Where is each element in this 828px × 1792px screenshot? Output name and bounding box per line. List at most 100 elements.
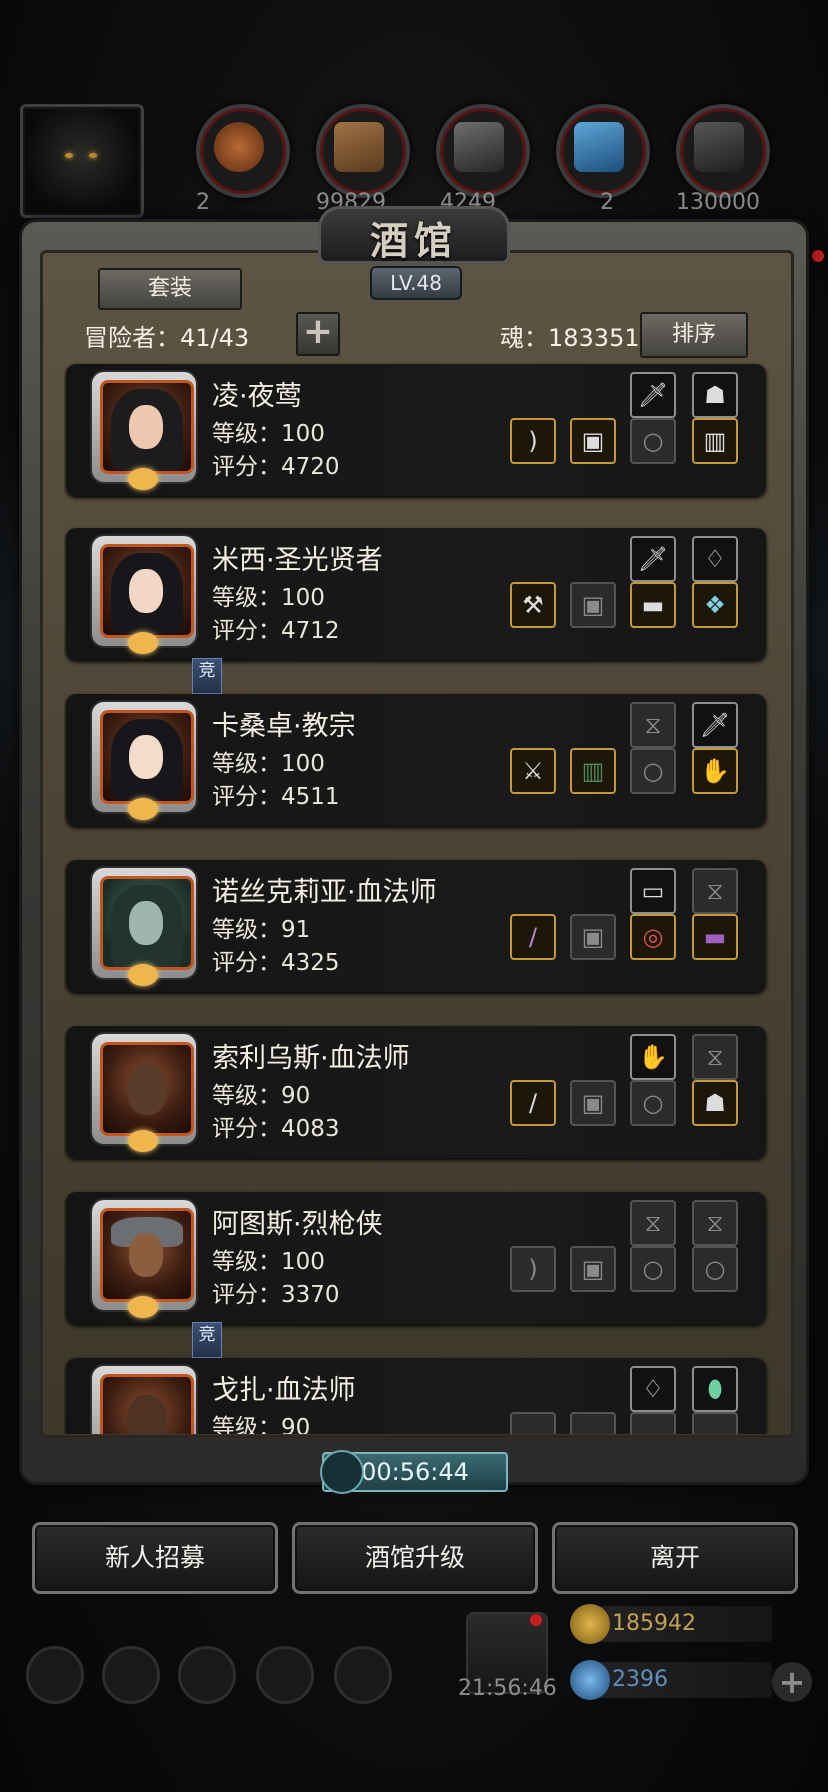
bow-icon[interactable]: ) (510, 418, 556, 464)
empty-slot-icon[interactable]: ⧖ (692, 1034, 738, 1080)
recruit-button[interactable]: 新人招募 (32, 1522, 278, 1594)
equipment-set-button[interactable]: 套装 (98, 268, 242, 310)
robe-icon[interactable]: ▥ (570, 748, 616, 794)
armor-icon[interactable]: ▣ (570, 1080, 616, 1126)
add-slot-button[interactable]: + (296, 312, 340, 356)
bracer-icon[interactable]: ▬ (692, 914, 738, 960)
hero-avatar[interactable] (92, 1200, 196, 1318)
moon-icon (128, 798, 158, 820)
soul-count: 魂：183351 (500, 324, 640, 352)
hero-avatar[interactable] (92, 868, 196, 986)
hero-card[interactable]: 卡桑卓·教宗 等级：100 评分：4511 ⧖ 🗡 ⚔ ▥ ○ ✋ (66, 694, 766, 826)
moon-icon (128, 1130, 158, 1152)
iron-icon[interactable] (436, 104, 530, 198)
hero-level: 等级：91 (212, 917, 311, 943)
dagger-icon[interactable]: 🗡 (630, 536, 676, 582)
crystal-icon[interactable] (556, 104, 650, 198)
dagger-icon[interactable]: 🗡 (630, 372, 676, 418)
hero-name: 戈扎·血法师 (212, 1375, 356, 1406)
stone-icon[interactable] (676, 104, 770, 198)
hero-name: 米西·圣光贤者 (212, 545, 383, 576)
arena-badge: 竞 (192, 658, 222, 694)
hero-level: 等级：90 (212, 1083, 311, 1109)
ring-icon[interactable]: ○ (692, 1246, 738, 1292)
hero-card[interactable]: 索利乌斯·血法师 等级：90 评分：4083 ✋ ⧖ / ▣ ○ ☗ (66, 1026, 766, 1158)
gem-icon[interactable]: ❖ (692, 582, 738, 628)
hero-name: 诺丝克莉亚·血法师 (212, 877, 437, 908)
weapon-slot-icon[interactable] (510, 1412, 556, 1434)
ring-icon[interactable]: ◎ (630, 914, 676, 960)
gem-icon (570, 1660, 610, 1700)
empty-slot-icon[interactable]: ⧖ (630, 702, 676, 748)
tome-icon[interactable]: ▭ (630, 868, 676, 914)
empty-slot-icon[interactable]: ⧖ (692, 1200, 738, 1246)
hero-avatar[interactable] (92, 1034, 196, 1152)
player-portrait[interactable] (20, 104, 144, 218)
hero-card[interactable]: 诺丝克莉亚·血法师 等级：91 评分：4325 ▭ ⧖ / ▣ ◎ ▬ (66, 860, 766, 992)
moon-icon (128, 468, 158, 490)
ring-icon[interactable]: ○ (630, 1080, 676, 1126)
gem-amount: 2396 (590, 1662, 772, 1698)
empty-slot-icon[interactable]: ⧖ (692, 868, 738, 914)
add-currency-button[interactable]: + (772, 1662, 812, 1702)
mail-icon[interactable] (256, 1646, 314, 1704)
amulet-icon[interactable]: ♢ (692, 536, 738, 582)
ring-icon[interactable] (692, 1412, 738, 1434)
leave-button[interactable]: 离开 (552, 1522, 798, 1594)
hero-list[interactable]: 凌·夜莺 等级：100 评分：4720 🗡 ☗ ) ▣ ○ ▥ 米西·圣光贤者 … (64, 362, 770, 1434)
bracer-icon[interactable]: ▬ (630, 582, 676, 628)
spear-icon[interactable]: / (510, 1080, 556, 1126)
hero-card[interactable]: 戈扎·血法师 等级：90 ♢ ⬮ (66, 1358, 766, 1434)
hero-level: 等级：100 (212, 751, 325, 777)
armor-icon[interactable]: ▣ (570, 1246, 616, 1292)
moon-icon (128, 632, 158, 654)
adventurer-count: 冒险者：41/43 (84, 324, 250, 352)
hero-avatar[interactable] (92, 536, 196, 654)
tavern-level-badge: LV.48 (370, 266, 462, 300)
clock-icon (320, 1450, 364, 1494)
map-icon[interactable] (334, 1646, 392, 1704)
hero-card[interactable]: 阿图斯·烈枪侠 等级：100 评分：3370 ⧖ ⧖ ) ▣ ○ ○ (66, 1192, 766, 1324)
hero-card[interactable]: 米西·圣光贤者 等级：100 评分：4712 🗡 ♢ ⚒ ▣ ▬ ❖ (66, 528, 766, 660)
axe-icon[interactable]: ⚔ (510, 748, 556, 794)
empty-slot-icon[interactable]: ⧖ (630, 1200, 676, 1246)
hero-avatar[interactable] (92, 372, 196, 490)
gauntlet-icon[interactable]: ✋ (692, 748, 738, 794)
leather-icon[interactable] (196, 104, 290, 198)
mask-icon[interactable]: ☗ (692, 1080, 738, 1126)
glove-icon[interactable]: ✋ (630, 1034, 676, 1080)
hero-score: 评分：4325 (212, 950, 340, 976)
hero-name: 卡桑卓·教宗 (212, 711, 356, 742)
sort-button[interactable]: 排序 (640, 312, 748, 358)
upgrade-tavern-button[interactable]: 酒馆升级 (292, 1522, 538, 1594)
weapon-slot-icon[interactable]: ) (510, 1246, 556, 1292)
jade-icon[interactable]: ⬮ (692, 1366, 738, 1412)
dagger-icon[interactable]: 🗡 (692, 702, 738, 748)
armor-icon[interactable] (570, 1412, 616, 1434)
hero-card[interactable]: 凌·夜莺 等级：100 评分：4720 🗡 ☗ ) ▣ ○ ▥ (66, 364, 766, 496)
notification-dot (812, 250, 824, 262)
hero-level: 等级：100 (212, 1249, 325, 1275)
castle-icon[interactable] (178, 1646, 236, 1704)
game-clock: 21:56:46 (458, 1676, 557, 1701)
ring-icon[interactable]: ○ (630, 1246, 676, 1292)
ring-icon[interactable]: ○ (630, 748, 676, 794)
ring-icon[interactable] (630, 1412, 676, 1434)
hammer-icon[interactable]: ⚒ (510, 582, 556, 628)
hero-avatar[interactable] (92, 1366, 196, 1434)
armor-icon[interactable]: ▣ (570, 582, 616, 628)
hero-name: 索利乌斯·血法师 (212, 1043, 410, 1074)
cloak-icon[interactable]: ▥ (692, 418, 738, 464)
hero-level: 等级：90 (212, 1415, 311, 1434)
settings-icon[interactable] (26, 1646, 84, 1704)
amulet-icon[interactable]: ♢ (630, 1366, 676, 1412)
armor-icon[interactable]: ▣ (570, 418, 616, 464)
hero-icon[interactable] (102, 1646, 160, 1704)
wood-icon[interactable] (316, 104, 410, 198)
hero-avatar[interactable] (92, 702, 196, 820)
staff-icon[interactable]: / (510, 914, 556, 960)
ring-icon[interactable]: ○ (630, 418, 676, 464)
leather-count: 2 (196, 190, 210, 215)
armor-icon[interactable]: ▣ (570, 914, 616, 960)
mask-icon[interactable]: ☗ (692, 372, 738, 418)
